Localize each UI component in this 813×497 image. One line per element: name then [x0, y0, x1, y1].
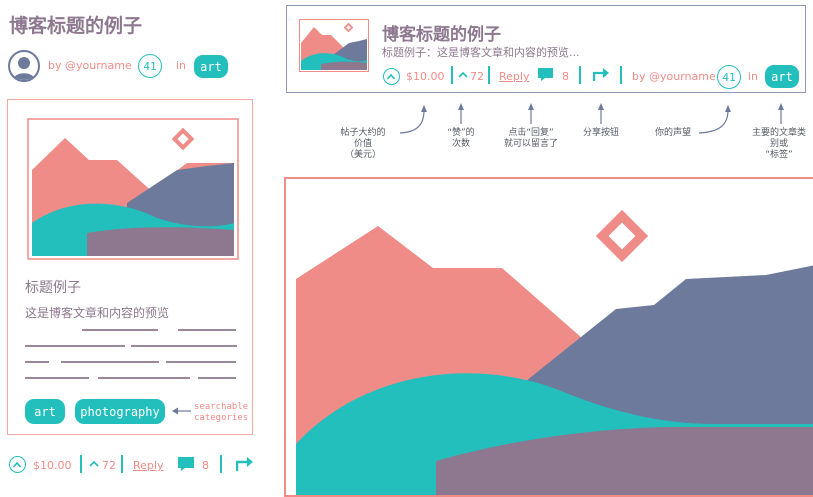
divider — [220, 455, 222, 473]
text-line — [98, 377, 190, 379]
post-thumbnail — [27, 118, 239, 260]
likes-count: 72 — [102, 459, 116, 472]
divider — [80, 455, 82, 473]
avatar[interactable] — [8, 50, 40, 82]
upvote-button[interactable] — [9, 456, 26, 473]
text-line — [25, 377, 89, 379]
reputation-badge: 41 — [717, 65, 741, 89]
text-line — [166, 361, 236, 363]
text-line — [25, 361, 49, 363]
reputation-badge: 41 — [138, 54, 162, 78]
tag-photography[interactable]: photography — [75, 399, 165, 424]
annotation-likes: “赞”的 次数 — [447, 128, 475, 149]
post-thumbnail — [299, 19, 369, 72]
divider — [579, 66, 581, 84]
left-title: 博客标题的例子 — [9, 15, 143, 37]
share-icon[interactable] — [236, 456, 254, 472]
hero-image — [284, 177, 813, 497]
divider — [488, 66, 490, 84]
author-link[interactable]: by @yourname — [48, 59, 132, 72]
post-card[interactable]: 标题例子 这是博客文章和内容的预览 art photography — [7, 99, 253, 435]
card-heading: 标题例子 — [25, 280, 81, 296]
comment-icon[interactable] — [537, 67, 554, 82]
text-line — [25, 345, 125, 347]
reply-link[interactable]: Reply — [499, 70, 529, 83]
annotation-price: 帖子大约的 价值 （美元） — [340, 128, 386, 160]
text-line — [61, 361, 159, 363]
chevron-up-icon — [386, 73, 396, 80]
text-line — [198, 377, 236, 379]
text-line — [131, 345, 237, 347]
text-line — [82, 329, 158, 331]
likes-count: 72 — [470, 70, 484, 83]
share-icon[interactable] — [593, 67, 610, 82]
price-value: $10.00 — [406, 70, 445, 83]
tag-art[interactable]: art — [194, 55, 228, 78]
tag-art[interactable]: art — [25, 399, 65, 424]
post-title[interactable]: 博客标题的例子 — [382, 20, 501, 45]
in-label: in — [748, 70, 759, 83]
text-line — [178, 329, 236, 331]
card-divider — [286, 92, 806, 93]
chevron-up-icon — [12, 461, 22, 468]
card-preview: 这是博客文章和内容的预览 — [25, 306, 170, 320]
tag-art[interactable]: art — [765, 65, 799, 88]
caret-up-icon[interactable] — [88, 458, 100, 470]
annotation-voice: 你的声望 — [654, 128, 691, 138]
reply-link[interactable]: Reply — [133, 459, 163, 472]
divider — [620, 66, 622, 84]
upvote-button[interactable] — [383, 68, 400, 85]
author-link[interactable]: by @yourname — [632, 70, 716, 83]
landscape-illustration — [286, 179, 813, 495]
comments-count: 8 — [202, 459, 209, 472]
price-value: $10.00 — [33, 459, 72, 472]
divider — [451, 66, 453, 84]
divider — [121, 455, 123, 473]
annotation-tag: 主要的文章类 别或 “标签” — [751, 128, 806, 160]
comments-count: 8 — [562, 70, 569, 83]
in-label: in — [176, 59, 187, 72]
comment-icon[interactable] — [177, 456, 195, 472]
compact-post-card[interactable]: 博客标题的例子 标题例子：这是博客文章和内容的预览... $10.00 72 R… — [286, 5, 806, 93]
post-subtitle: 标题例子：这是博客文章和内容的预览... — [382, 46, 580, 59]
caret-up-icon[interactable] — [457, 69, 469, 81]
tags-note: searchable categories — [194, 402, 249, 423]
annotation-share: 分享按钮 — [582, 128, 619, 138]
arrow-left-icon — [172, 407, 191, 415]
user-icon — [13, 57, 35, 80]
annotation-reply: 点击“回复” 就可以留言了 — [503, 128, 558, 149]
